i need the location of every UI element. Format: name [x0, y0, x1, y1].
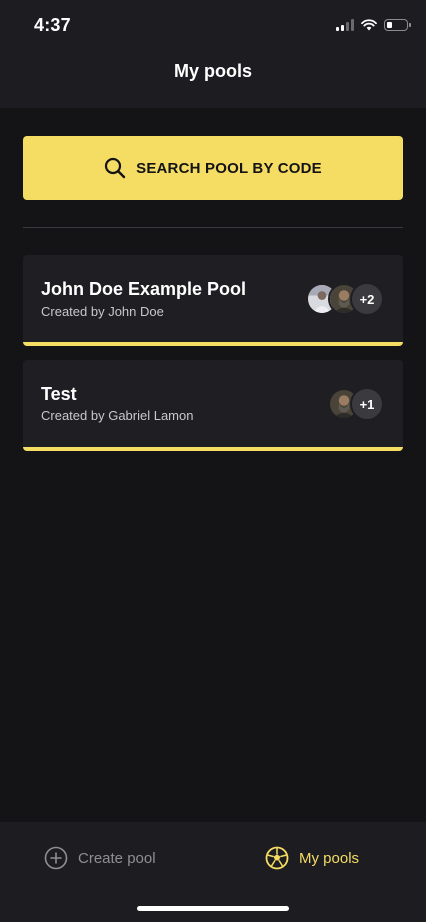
pool-name: John Doe Example Pool: [41, 279, 247, 299]
pool-card[interactable]: Test Created by Gabriel Lamon +1: [23, 360, 403, 451]
pool-name: Test: [41, 384, 77, 404]
member-count-badge: +2: [350, 282, 384, 316]
nav-my-pools-label: My pools: [299, 849, 360, 867]
status-icons: [336, 17, 411, 33]
plus-circle-icon: [44, 846, 68, 870]
search-icon: [105, 157, 126, 179]
nav-create-pool[interactable]: Create pool: [44, 846, 156, 870]
wifi-icon: [361, 19, 377, 31]
pool-card[interactable]: John Doe Example Pool Created by John Do…: [23, 255, 403, 346]
nav-create-pool-label: Create pool: [78, 849, 156, 867]
member-avatars: +2: [306, 282, 384, 316]
member-avatars: +1: [328, 387, 384, 421]
soccer-ball-icon: [265, 846, 289, 870]
page-title: My pools: [173, 61, 252, 81]
search-pool-button[interactable]: SEARCH POOL BY CODE: [23, 136, 403, 200]
battery-icon: [384, 19, 411, 31]
member-count-badge: +1: [350, 387, 384, 421]
nav-my-pools[interactable]: My pools: [265, 846, 359, 870]
home-indicator: [137, 906, 289, 911]
divider: [23, 227, 403, 228]
search-pool-label: SEARCH POOL BY CODE: [136, 159, 322, 177]
cellular-signal-icon: [336, 19, 354, 31]
header-bar: 4:37 My pools: [0, 0, 426, 108]
pool-creator: Created by John Doe: [41, 304, 164, 319]
status-time: 4:37: [34, 15, 71, 35]
pool-creator: Created by Gabriel Lamon: [41, 408, 194, 423]
